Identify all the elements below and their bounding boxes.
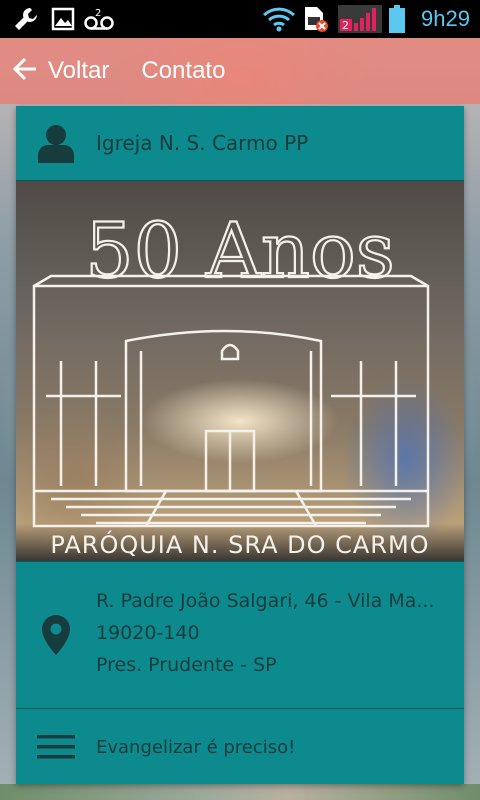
map-pin-icon bbox=[16, 562, 96, 708]
wifi-icon bbox=[262, 6, 296, 32]
wrench-icon bbox=[12, 6, 40, 32]
church-drawing bbox=[32, 274, 430, 528]
photo-caption: PARÓQUIA N. SRA DO CARMO bbox=[50, 529, 429, 559]
address-postal-code: 19020-140 bbox=[96, 622, 200, 644]
sim-badge: 2 bbox=[342, 19, 349, 32]
menu-icon bbox=[16, 733, 96, 761]
contact-name: Igreja N. S. Carmo PP bbox=[96, 131, 309, 155]
address-row[interactable]: R. Padre João Salgari, 46 - Vila Ma... 1… bbox=[16, 561, 464, 709]
address-block: R. Padre João Salgari, 46 - Vila Ma... 1… bbox=[96, 562, 446, 678]
address-street: R. Padre João Salgari, 46 - Vila Ma... bbox=[96, 590, 435, 612]
contact-name-row[interactable]: Igreja N. S. Carmo PP bbox=[16, 106, 464, 181]
battery-icon bbox=[388, 5, 406, 33]
arrow-left-icon bbox=[12, 56, 38, 86]
signal-icon: 2 bbox=[338, 5, 382, 33]
back-label: Voltar bbox=[48, 57, 110, 84]
back-button[interactable]: Voltar bbox=[0, 38, 109, 104]
photo-headline: 50 Anos bbox=[85, 206, 394, 295]
voicemail-icon: 2 bbox=[84, 6, 114, 32]
screen-title: Contato bbox=[141, 57, 226, 84]
status-time: 9h29 bbox=[421, 6, 470, 31]
status-bar: 2 2 9h29 bbox=[0, 0, 480, 38]
person-icon bbox=[16, 123, 96, 163]
contact-card: Igreja N. S. Carmo PP 50 Anos PARÓQUIA N… bbox=[16, 106, 464, 784]
background-bottom-strip bbox=[0, 784, 480, 800]
address-city: Pres. Prudente - SP bbox=[96, 654, 277, 676]
sim-error-icon bbox=[302, 6, 330, 32]
action-bar: Voltar Contato bbox=[0, 38, 480, 104]
slogan-text: Evangelizar é preciso! bbox=[96, 736, 296, 758]
slogan-row[interactable]: Evangelizar é preciso! bbox=[16, 709, 464, 784]
svg-text:2: 2 bbox=[95, 8, 101, 19]
contact-photo[interactable]: 50 Anos PARÓQUIA N. SRA DO CARMO bbox=[16, 181, 464, 561]
image-icon bbox=[50, 6, 76, 32]
